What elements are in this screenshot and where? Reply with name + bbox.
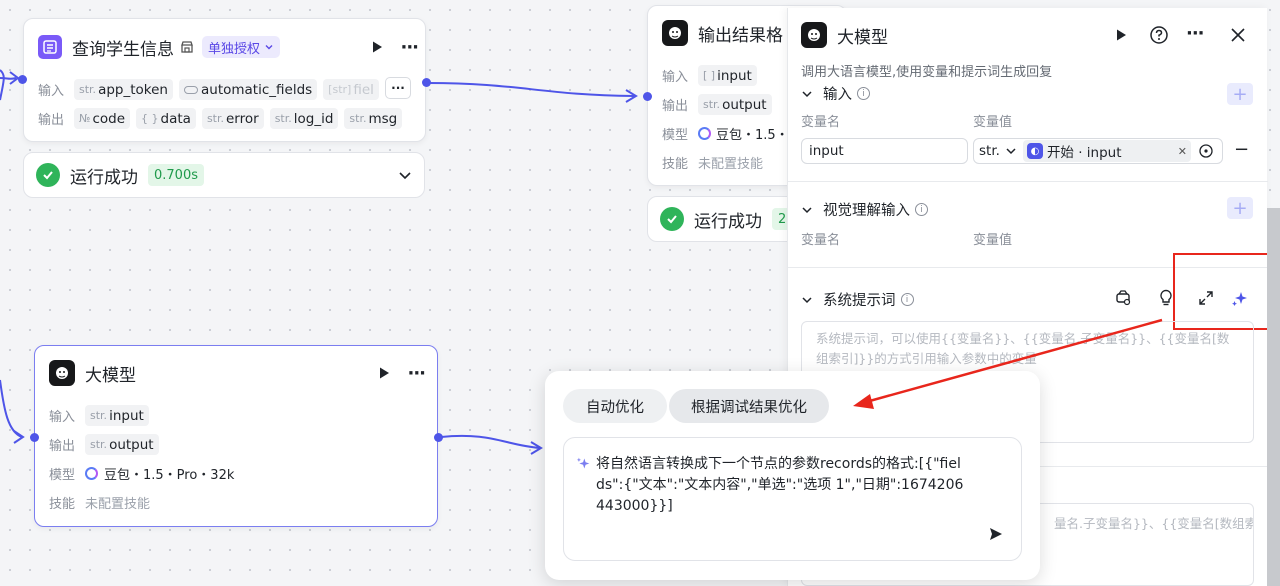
annotation-arrow: [853, 318, 1163, 409]
